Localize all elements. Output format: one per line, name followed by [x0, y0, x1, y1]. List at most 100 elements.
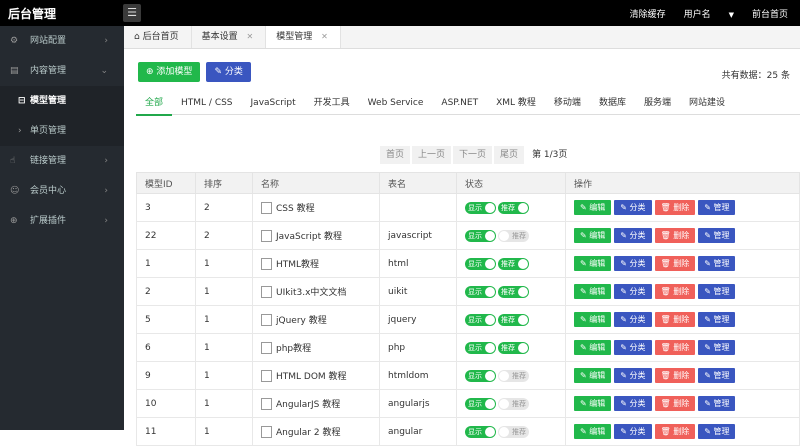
show-toggle[interactable]: 显示 [465, 229, 496, 242]
name-text: CSS 教程 [276, 203, 315, 214]
category-row-button[interactable]: ✎ 分类 [614, 256, 652, 271]
show-toggle[interactable]: 显示 [465, 397, 496, 410]
category-row-button[interactable]: ✎ 分类 [614, 368, 652, 383]
edit-button[interactable]: ✎ 编辑 [574, 228, 612, 243]
cat-tab[interactable]: ASP.NET [432, 92, 487, 114]
tab-model-management[interactable]: 模型管理 ✕ [266, 26, 341, 48]
manage-button[interactable]: ✎ 管理 [698, 424, 736, 439]
sidebar-item-members[interactable]: ☺ 会员中心 › [0, 176, 124, 206]
edit-button[interactable]: ✎ 编辑 [574, 340, 612, 355]
category-row-button[interactable]: ✎ 分类 [614, 200, 652, 215]
sidebar-item-plugins[interactable]: ⊕ 扩展插件 › [0, 206, 124, 236]
tab-basic-settings[interactable]: 基本设置 ✕ [192, 26, 267, 48]
manage-button[interactable]: ✎ 管理 [698, 340, 736, 355]
manage-label: 管理 [713, 399, 730, 408]
show-toggle[interactable]: 显示 [465, 201, 496, 214]
recommend-toggle[interactable]: 推荐 [498, 369, 529, 382]
hamburger-icon[interactable]: ☰ [123, 4, 141, 22]
edit-button[interactable]: ✎ 编辑 [574, 424, 612, 439]
cell-status: 显示 推荐 [456, 361, 566, 390]
manage-button[interactable]: ✎ 管理 [698, 368, 736, 383]
edit-button[interactable]: ✎ 编辑 [574, 284, 612, 299]
show-toggle[interactable]: 显示 [465, 257, 496, 270]
sidebar-item-model[interactable]: ⊟ 模型管理 [0, 86, 124, 116]
cat-tab[interactable]: JavaScript [242, 92, 305, 114]
cat-tab[interactable]: Web Service [359, 92, 433, 114]
category-row-button[interactable]: ✎ 分类 [614, 340, 652, 355]
pager-next[interactable]: 下一页 [453, 146, 493, 164]
pager-last[interactable]: 尾页 [494, 146, 525, 164]
recommend-toggle[interactable]: 推荐 [498, 425, 529, 438]
delete-button[interactable]: 🗑 删除 [654, 368, 696, 383]
sidebar-item-site-config[interactable]: ⚙ 网站配置 › [0, 26, 124, 56]
manage-button[interactable]: ✎ 管理 [698, 396, 736, 411]
cell-id: 22 [136, 221, 196, 250]
pager-prev[interactable]: 上一页 [412, 146, 452, 164]
sidebar-item-content[interactable]: ▤ 内容管理 ⌄ [0, 56, 124, 86]
close-icon[interactable]: ✕ [321, 32, 328, 41]
thumb-icon: ☝ [10, 156, 16, 166]
category-row-button[interactable]: ✎ 分类 [614, 228, 652, 243]
show-toggle[interactable]: 显示 [465, 425, 496, 438]
manage-button[interactable]: ✎ 管理 [698, 200, 736, 215]
cell-name: php教程 [252, 333, 380, 362]
delete-button[interactable]: 🗑 删除 [654, 340, 696, 355]
user-menu[interactable]: 用户名 ▼ [684, 7, 734, 20]
cell-sort: 1 [195, 361, 253, 390]
edit-button[interactable]: ✎ 编辑 [574, 368, 612, 383]
cat-tab[interactable]: XML 教程 [487, 92, 545, 114]
sidebar-item-label: 链接管理 [30, 156, 67, 166]
delete-button[interactable]: 🗑 删除 [654, 312, 696, 327]
category-row-button[interactable]: ✎ 分类 [614, 312, 652, 327]
cat-tab[interactable]: 开发工具 [305, 92, 359, 114]
manage-button[interactable]: ✎ 管理 [698, 284, 736, 299]
cat-tab[interactable]: 移动端 [545, 92, 590, 114]
manage-button[interactable]: ✎ 管理 [698, 312, 736, 327]
show-toggle[interactable]: 显示 [465, 369, 496, 382]
manage-label: 管理 [713, 371, 730, 380]
recommend-toggle[interactable]: 推荐 [498, 257, 529, 270]
recommend-toggle[interactable]: 推荐 [498, 313, 529, 326]
delete-label: 删除 [673, 399, 690, 408]
recommend-toggle[interactable]: 推荐 [498, 201, 529, 214]
edit-button[interactable]: ✎ 编辑 [574, 200, 612, 215]
edit-button[interactable]: ✎ 编辑 [574, 312, 612, 327]
pencil-icon: ✎ [580, 203, 587, 212]
delete-button[interactable]: 🗑 删除 [654, 284, 696, 299]
cat-tab[interactable]: 服务端 [635, 92, 680, 114]
tab-home[interactable]: ⌂ 后台首页 [124, 26, 192, 48]
show-toggle[interactable]: 显示 [465, 341, 496, 354]
frontend-home-link[interactable]: 前台首页 [752, 7, 788, 20]
recommend-toggle[interactable]: 推荐 [498, 397, 529, 410]
category-row-button[interactable]: ✎ 分类 [614, 284, 652, 299]
show-toggle[interactable]: 显示 [465, 313, 496, 326]
cat-tab[interactable]: 全部 [136, 92, 173, 116]
recommend-toggle[interactable]: 推荐 [498, 285, 529, 298]
pencil-icon: ✎ [580, 315, 587, 324]
delete-button[interactable]: 🗑 删除 [654, 396, 696, 411]
manage-button[interactable]: ✎ 管理 [698, 256, 736, 271]
manage-button[interactable]: ✎ 管理 [698, 228, 736, 243]
recommend-toggle[interactable]: 推荐 [498, 341, 529, 354]
sidebar-item-links[interactable]: ☝ 链接管理 › [0, 146, 124, 176]
pager-first[interactable]: 首页 [380, 146, 411, 164]
add-model-button[interactable]: ⊕ 添加模型 [138, 62, 201, 82]
edit-button[interactable]: ✎ 编辑 [574, 396, 612, 411]
cat-tab[interactable]: HTML / CSS [172, 92, 242, 114]
close-icon[interactable]: ✕ [247, 32, 254, 41]
recommend-toggle[interactable]: 推荐 [498, 229, 529, 242]
chevron-right-icon: › [104, 186, 108, 196]
cat-tab[interactable]: 数据库 [590, 92, 635, 114]
clear-cache-link[interactable]: 清除缓存 [630, 7, 666, 20]
delete-button[interactable]: 🗑 删除 [654, 228, 696, 243]
delete-button[interactable]: 🗑 删除 [654, 200, 696, 215]
delete-button[interactable]: 🗑 删除 [654, 256, 696, 271]
category-button[interactable]: ✎ 分类 [206, 62, 251, 82]
sidebar-item-page[interactable]: › 单页管理 [0, 116, 124, 146]
category-row-button[interactable]: ✎ 分类 [614, 396, 652, 411]
edit-button[interactable]: ✎ 编辑 [574, 256, 612, 271]
show-toggle[interactable]: 显示 [465, 285, 496, 298]
delete-button[interactable]: 🗑 删除 [654, 424, 696, 439]
cat-tab[interactable]: 网站建设 [680, 92, 734, 114]
category-row-button[interactable]: ✎ 分类 [614, 424, 652, 439]
